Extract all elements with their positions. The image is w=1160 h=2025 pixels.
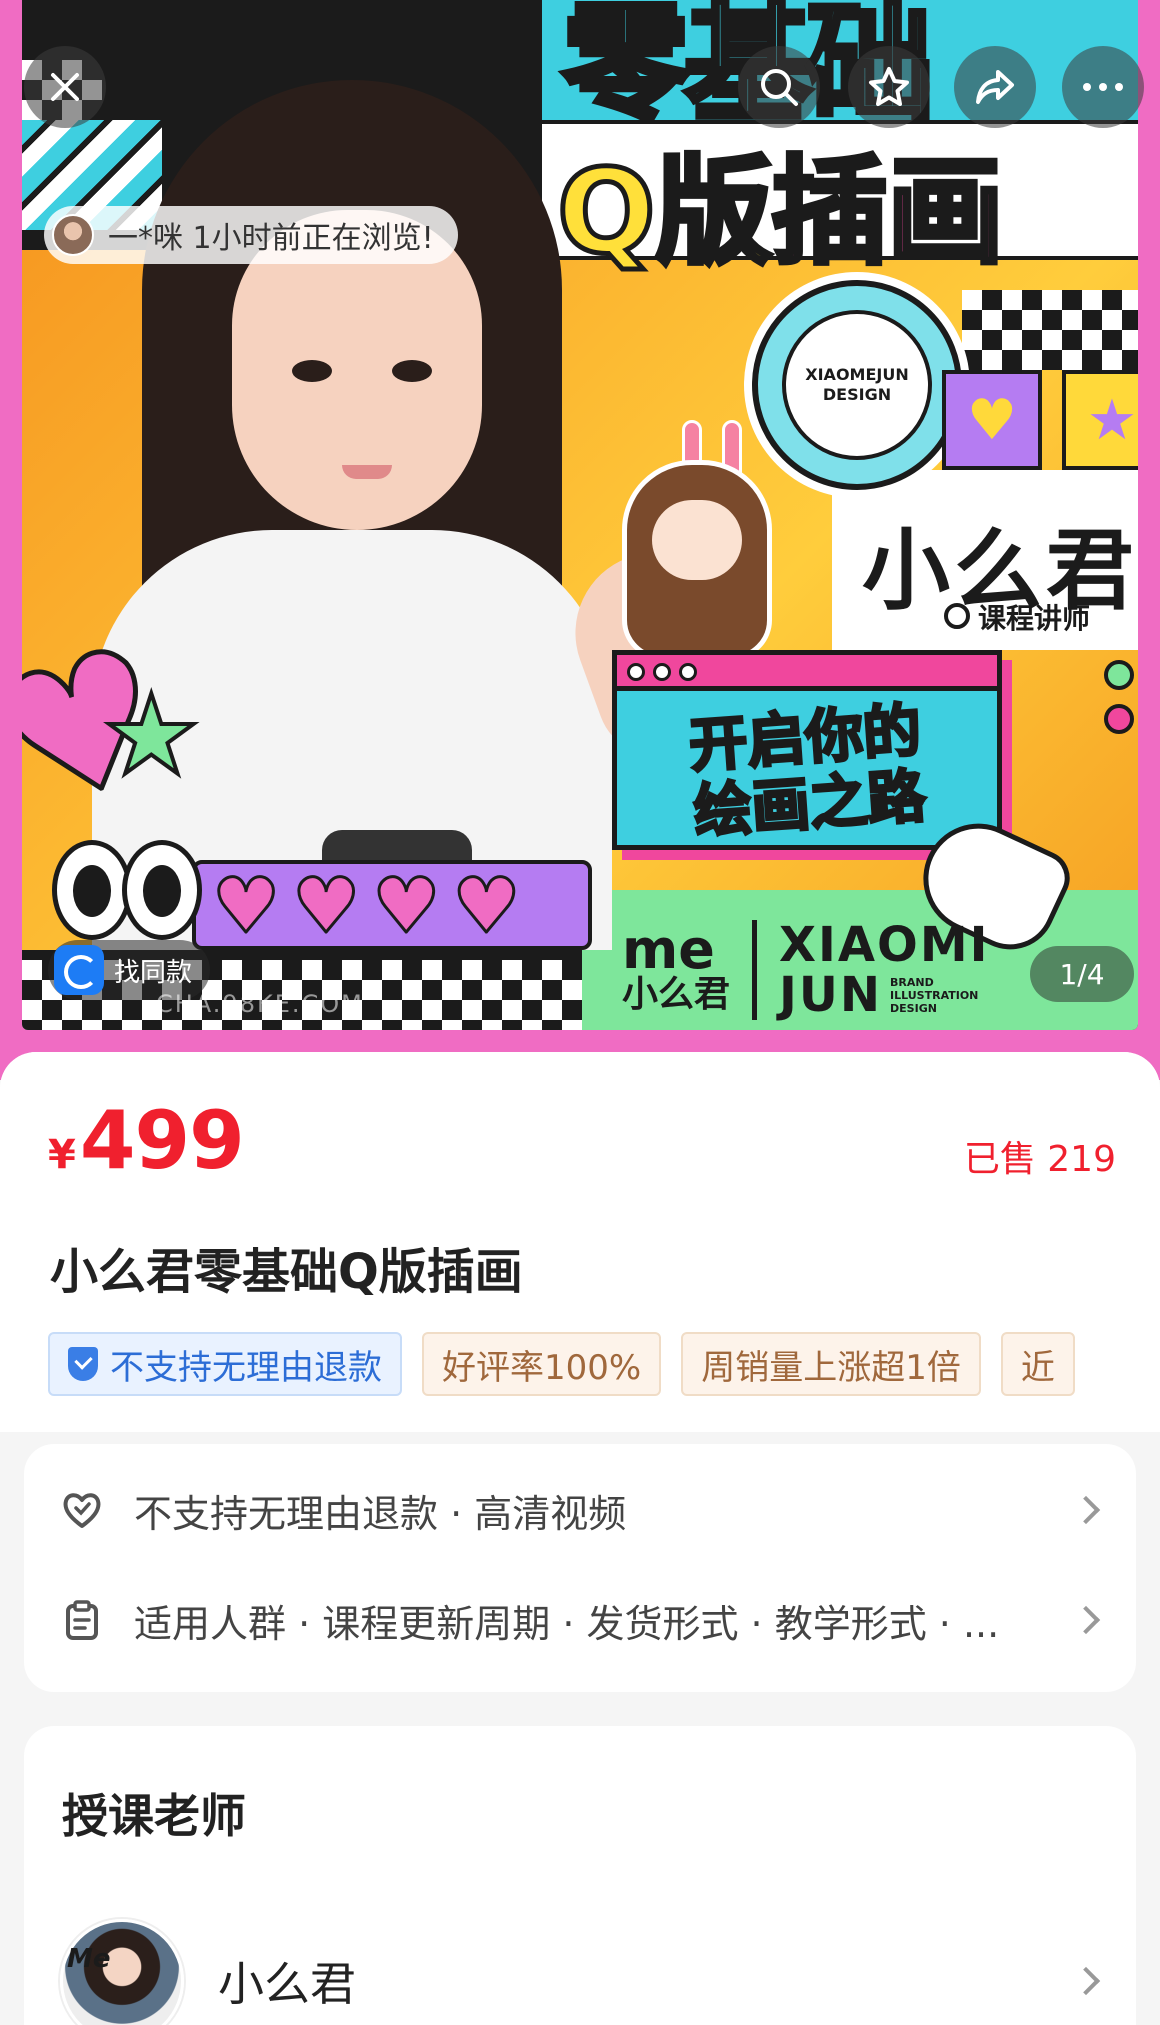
brand-mark: me 小么君 (622, 918, 731, 1015)
tag-truncated[interactable]: 近 (1000, 1332, 1075, 1396)
teacher-card: 授课老师 Me 小么君 (24, 1726, 1136, 2025)
window-dot (653, 663, 671, 681)
window-dot (679, 663, 697, 681)
tag-sales-growth[interactable]: 周销量上涨超1倍 (681, 1332, 981, 1396)
brand-seal-inner: XIAOMEJUN DESIGN (782, 310, 932, 460)
find-same-label: 找同款 (114, 957, 193, 988)
favorite-button[interactable] (848, 46, 930, 128)
googly-eye (122, 840, 202, 940)
product-info: ¥ 499 已售 219 小么君零基础Q版插画 不支持无理由退款 好评率100%… (0, 1052, 1160, 2025)
chibi-face (652, 500, 742, 580)
search-button[interactable] (738, 46, 820, 128)
find-same-icon (54, 945, 104, 995)
clipboard-icon (60, 1598, 104, 1642)
poster-teacher-role: 课程讲师 (943, 597, 1090, 637)
tag-list[interactable]: 不支持无理由退款 好评率100% 周销量上涨超1倍 近 (48, 1332, 1122, 1398)
poster-title-illustration: 插画 (769, 143, 1006, 283)
heart-tile-icon: ♥ (942, 370, 1042, 470)
share-icon (976, 70, 1014, 104)
dot (1104, 704, 1134, 734)
browsing-notice: 一*咪 1小时前正在浏览! (44, 206, 458, 264)
teacher-row[interactable]: Me 小么君 (60, 1916, 1101, 2025)
brand-small-text: BRAND ILLUSTRATION DESIGN (890, 975, 979, 1015)
brand-cn: 小么君 (622, 974, 731, 1015)
poster-slogan: 开启你的 绘画之路 (612, 678, 1001, 850)
brand-seal-logo: XIAOMEJUN DESIGN (752, 280, 962, 490)
price-section: ¥ 499 已售 219 小么君零基础Q版插画 不支持无理由退款 好评率100%… (0, 1052, 1160, 1432)
eye (292, 360, 332, 382)
brand-en-row: JUN BRAND ILLUSTRATION DESIGN (779, 970, 989, 1020)
hearts-row: ♥ ♥ ♥ ♥ (210, 861, 522, 950)
service-row-details[interactable]: 适用人群 · 课程更新周期 · 发货形式 · 教学形式 · ... (60, 1580, 1101, 1660)
product-title: 小么君零基础Q版插画 (50, 1244, 523, 1300)
close-icon (51, 73, 79, 101)
currency-symbol: ¥ (48, 1132, 76, 1178)
watermark: CHA.98KE.COM (156, 990, 364, 1018)
browsing-text: 一*咪 1小时前正在浏览! (108, 221, 434, 256)
poster-window: 开启你的 绘画之路 (612, 650, 1002, 850)
dots-decoration (1104, 660, 1134, 734)
brand-wordmark: XIAOMI JUN BRAND ILLUSTRATION DESIGN (779, 920, 989, 1020)
dot (1104, 660, 1134, 690)
avatar (52, 214, 94, 256)
chevron-right-icon (1071, 1966, 1101, 1996)
sold-count: 已售 219 (963, 1139, 1116, 1180)
brand-me: me (622, 918, 715, 981)
heart-icon: ♥ (371, 861, 442, 950)
window-dot (627, 663, 645, 681)
chevron-right-icon (1071, 1495, 1101, 1525)
product-hero-image[interactable]: 零基础 Q版插画 XIAOMEJUN DESIGN ♥ ★ 小么君 (0, 0, 1160, 1080)
checker-pattern (962, 290, 1138, 370)
service-row-text: 不支持无理由退款 · 高清视频 (134, 1491, 627, 1536)
more-button[interactable] (1062, 46, 1144, 128)
tag-rating[interactable]: 好评率100% (422, 1332, 662, 1396)
shield-icon (68, 1347, 98, 1381)
service-row-text: 适用人群 · 课程更新周期 · 发货形式 · 教学形式 · ... (134, 1601, 1000, 1646)
teacher-name: 小么君 (218, 1957, 356, 2011)
brand-en-1: XIAOMI (779, 917, 990, 973)
heart-icon: ♥ (451, 861, 522, 950)
section-title: 授课老师 (62, 1789, 246, 1843)
star-tile-icon: ★ (1062, 370, 1138, 470)
brand-en-2: JUN (779, 967, 883, 1023)
poster-brand: me 小么君 XIAOMI JUN BRAND ILLUSTRATION DES… (622, 920, 989, 1020)
brand-seal-text: XIAOMEJUN DESIGN (805, 365, 909, 404)
heart-icon: ♥ (291, 861, 362, 950)
service-card: 不支持无理由退款 · 高清视频 适用人群 · 课程更新周期 · 发货形式 · 教… (24, 1444, 1136, 1692)
tag-no-refund[interactable]: 不支持无理由退款 (48, 1332, 402, 1396)
chibi-character (622, 420, 792, 670)
avatar-badge: Me (67, 1944, 111, 1974)
heart-icon: ♥ (210, 861, 281, 950)
service-row-guarantee[interactable]: 不支持无理由退款 · 高清视频 (60, 1470, 1101, 1550)
mouth (342, 465, 392, 479)
share-button[interactable] (954, 46, 1036, 128)
page-indicator: 1/4 (1030, 946, 1134, 1002)
tag-label: 不支持无理由退款 (110, 1347, 382, 1388)
more-dots-icon (1083, 83, 1123, 91)
heart-badge-icon (60, 1488, 104, 1532)
brand-divider (752, 920, 758, 1020)
search-icon (761, 69, 798, 106)
green-star-icon: ★ (100, 671, 203, 799)
star-icon (869, 67, 909, 106)
avatar: Me (60, 1919, 184, 2025)
chevron-right-icon (1071, 1605, 1101, 1635)
price-amount: 499 (79, 1094, 245, 1187)
close-button[interactable] (24, 46, 106, 128)
poster: 零基础 Q版插画 XIAOMEJUN DESIGN ♥ ★ 小么君 (22, 0, 1138, 1030)
googly-eye (52, 840, 132, 940)
price: ¥ 499 (48, 1094, 245, 1187)
eye (392, 360, 432, 382)
